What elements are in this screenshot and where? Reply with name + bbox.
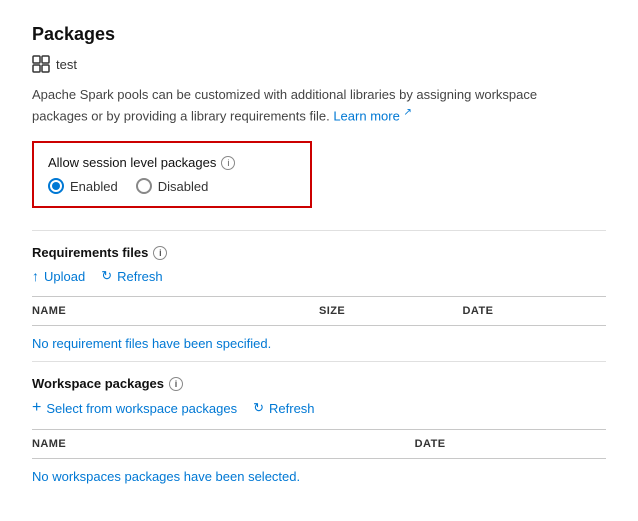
session-packages-radio-group: Enabled Disabled [48,178,296,194]
requirements-files-section: Requirements files i ↑ Upload ↻ Refresh … [32,245,606,357]
requirements-empty-message: No requirement files have been specified… [32,326,606,357]
session-packages-label: Allow session level packages i [48,155,296,170]
external-link-icon: ↗ [403,107,411,118]
plus-icon: + [32,399,41,417]
requirements-table-header: NAME SIZE DATE [32,296,606,326]
workspace-name-label: test [56,57,77,72]
divider-1 [32,230,606,231]
requirements-files-header: Requirements files i [32,245,606,260]
radio-enabled[interactable]: Enabled [48,178,118,194]
session-packages-info-icon[interactable]: i [221,156,235,170]
radio-disabled-circle [136,178,152,194]
workspace-icon [32,55,50,73]
req-col-size: SIZE [319,303,463,319]
info-text-main: Apache Spark pools can be customized wit… [32,87,537,123]
learn-more-link[interactable]: Learn more [333,108,399,123]
workspace-packages-info-icon[interactable]: i [169,377,183,391]
req-col-date: DATE [463,303,607,319]
packages-container: Packages test Apache Spark pools can be … [0,0,638,514]
workspace-action-bar: + Select from workspace packages ↻ Refre… [32,399,606,417]
ws-col-date: DATE [415,436,606,452]
radio-disabled-label: Disabled [158,179,209,194]
upload-icon: ↑ [32,268,39,284]
workspace-table-header: NAME DATE [32,429,606,459]
workspace-empty-message: No workspaces packages have been selecte… [32,459,606,490]
requirements-info-icon[interactable]: i [153,246,167,260]
workspace-packages-section: Workspace packages i + Select from works… [32,376,606,490]
workspace-name-row: test [32,55,606,73]
workspace-refresh-icon: ↻ [253,400,264,416]
upload-button[interactable]: ↑ Upload [32,268,85,284]
session-packages-box: Allow session level packages i Enabled D… [32,141,312,208]
info-text: Apache Spark pools can be customized wit… [32,85,592,125]
req-col-name: NAME [32,303,319,319]
radio-enabled-circle [48,178,64,194]
requirements-refresh-icon: ↻ [101,268,112,284]
workspace-packages-header: Workspace packages i [32,376,606,391]
page-title: Packages [32,24,606,45]
requirements-action-bar: ↑ Upload ↻ Refresh [32,268,606,284]
radio-enabled-label: Enabled [70,179,118,194]
radio-disabled[interactable]: Disabled [136,178,209,194]
requirements-refresh-button[interactable]: ↻ Refresh [101,268,162,284]
workspace-refresh-button[interactable]: ↻ Refresh [253,400,314,416]
divider-2 [32,361,606,362]
ws-col-name: NAME [32,436,415,452]
select-workspace-packages-button[interactable]: + Select from workspace packages [32,399,237,417]
